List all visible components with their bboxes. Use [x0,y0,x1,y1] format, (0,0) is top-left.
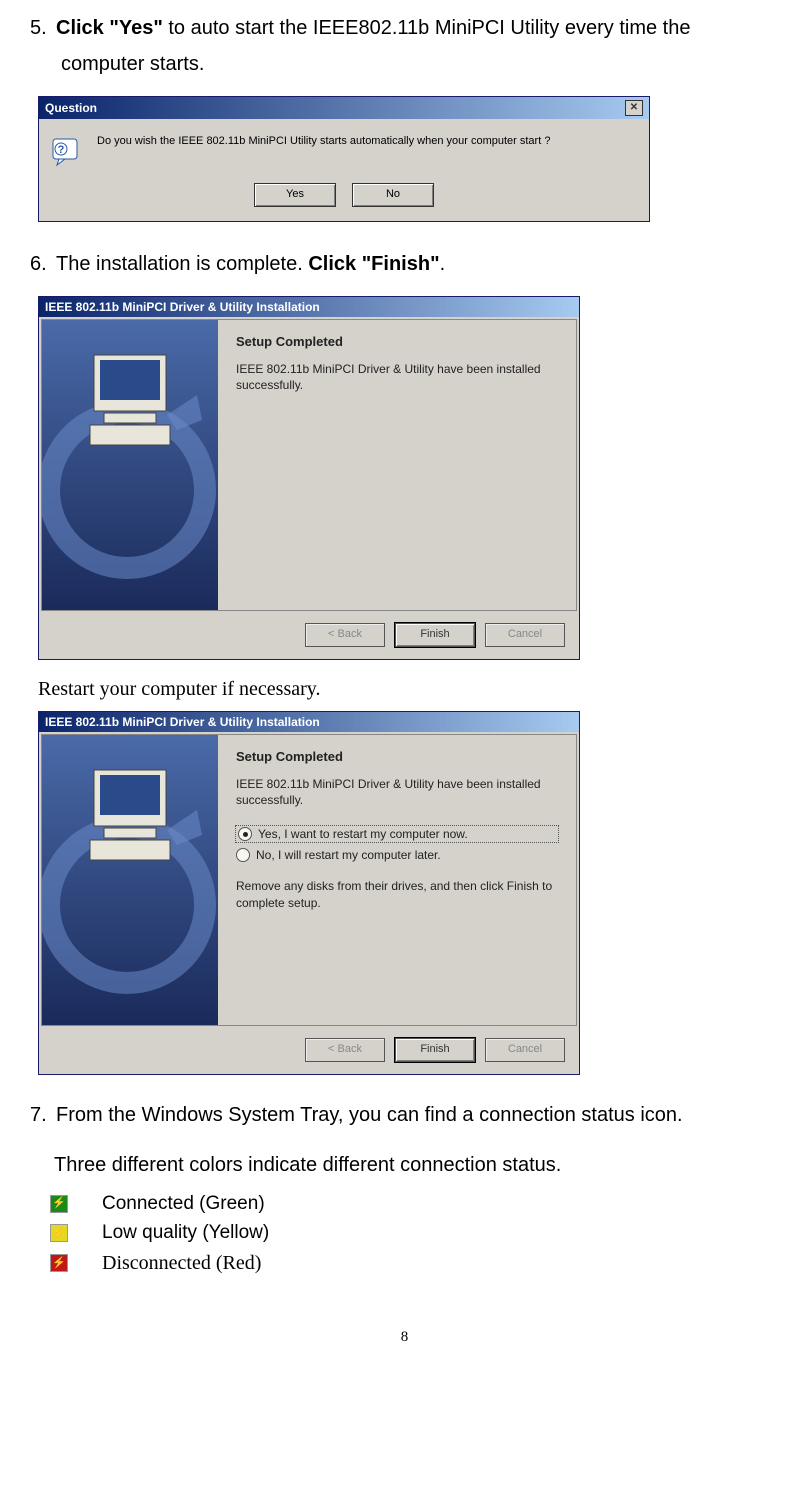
step-num: 5. [30,10,56,46]
status-list: ⚡ Connected (Green) ⚡ Low quality (Yello… [50,1189,779,1279]
radio-icon [236,848,250,862]
step7-sub: Three different colors indicate differen… [54,1147,779,1183]
step-num: 6. [30,246,56,282]
cancel-button[interactable]: Cancel [485,1038,565,1062]
wizard-buttons: < Back Finish Cancel [39,613,579,659]
wizard-side-image [42,735,218,1025]
dialog-titlebar: IEEE 802.11b MiniPCI Driver & Utility In… [39,712,579,732]
back-button[interactable]: < Back [305,1038,385,1062]
tray-icon-red: ⚡ [50,1254,68,1272]
step7-text: From the Windows System Tray, you can fi… [56,1104,683,1126]
status-low: ⚡ Low quality (Yellow) [50,1218,779,1247]
wizard-buttons: < Back Finish Cancel [39,1028,579,1074]
tray-icon-green: ⚡ [50,1195,68,1213]
step6-bold: Click "Finish" [308,253,439,275]
finish-button[interactable]: Finish [395,623,475,647]
wizard-dialog-2: IEEE 802.11b MiniPCI Driver & Utility In… [38,711,580,1075]
radio-restart-now[interactable]: Yes, I want to restart my computer now. [236,826,558,842]
page-number: 8 [30,1329,779,1346]
cancel-button[interactable]: Cancel [485,623,565,647]
dialog-message: Do you wish the IEEE 802.11b MiniPCI Uti… [97,135,550,147]
step-7: 7.From the Windows System Tray, you can … [30,1097,779,1133]
status-label: Connected (Green) [102,1189,265,1218]
step5-bold: Click "Yes" [56,17,163,39]
step-5: 5.Click "Yes" to auto start the IEEE802.… [30,10,779,82]
status-label: Disconnected (Red) [102,1248,261,1279]
step6-period: . [440,253,446,275]
wizard-side-image [42,320,218,610]
question-dialog: Question ✕ ? Do you wish the IEEE 802.11… [38,96,650,222]
dialog-buttons: Yes No [39,177,649,221]
restart-note: Restart your computer if necessary. [38,678,779,701]
radio-label: Yes, I want to restart my computer now. [258,827,468,841]
dialog-body: Setup Completed IEEE 802.11b MiniPCI Dri… [41,734,577,1026]
step-num: 7. [30,1097,56,1133]
dialog-body: Setup Completed IEEE 802.11b MiniPCI Dri… [41,319,577,611]
dialog-titlebar: Question ✕ [39,97,649,119]
tray-icon-yellow: ⚡ [50,1224,68,1242]
status-disconnected: ⚡ Disconnected (Red) [50,1248,779,1279]
wizard-main: Setup Completed IEEE 802.11b MiniPCI Dri… [218,735,576,1025]
wizard-message-2: Remove any disks from their drives, and … [236,878,558,910]
svg-text:?: ? [58,144,65,156]
back-button[interactable]: < Back [305,623,385,647]
step5-rest: to auto start the IEEE802.11b MiniPCI Ut… [163,17,691,39]
finish-button[interactable]: Finish [395,1038,475,1062]
radio-restart-later[interactable]: No, I will restart my computer later. [236,848,558,862]
wizard-dialog-1: IEEE 802.11b MiniPCI Driver & Utility In… [38,296,580,660]
dialog-titlebar: IEEE 802.11b MiniPCI Driver & Utility In… [39,297,579,317]
close-icon[interactable]: ✕ [625,100,643,116]
step6-text: The installation is complete. [56,253,308,275]
step5-line2: computer starts. [61,46,779,82]
radio-icon [238,827,252,841]
wizard-heading: Setup Completed [236,334,558,349]
yes-button[interactable]: Yes [254,183,336,207]
question-icon: ? [51,135,83,167]
no-button[interactable]: No [352,183,434,207]
wizard-heading: Setup Completed [236,749,558,764]
dialog-title: Question [45,101,97,115]
status-label: Low quality (Yellow) [102,1218,269,1247]
wizard-main: Setup Completed IEEE 802.11b MiniPCI Dri… [218,320,576,610]
status-connected: ⚡ Connected (Green) [50,1189,779,1218]
step-6: 6.The installation is complete. Click "F… [30,246,779,282]
dialog-body: ? Do you wish the IEEE 802.11b MiniPCI U… [39,119,649,177]
radio-label: No, I will restart my computer later. [256,848,441,862]
wizard-message: IEEE 802.11b MiniPCI Driver & Utility ha… [236,776,558,808]
wizard-message: IEEE 802.11b MiniPCI Driver & Utility ha… [236,361,558,393]
